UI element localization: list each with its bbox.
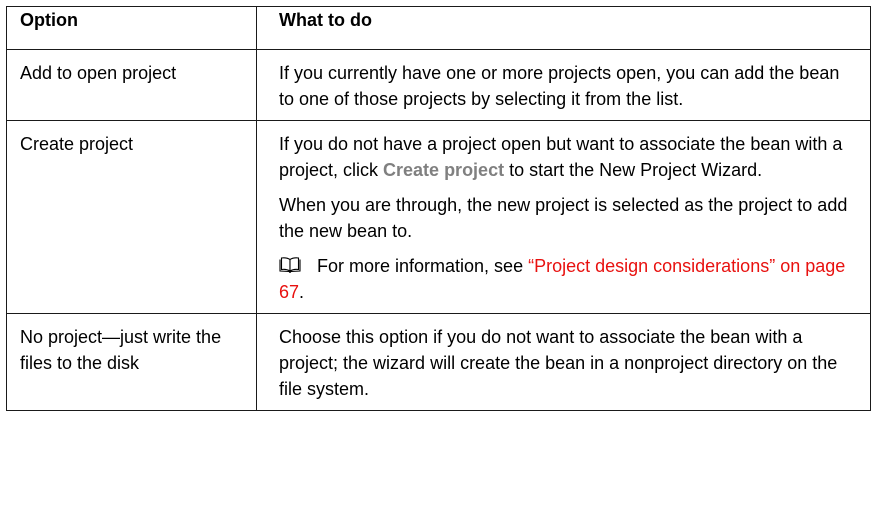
- description-text: to start the New Project Wizard.: [504, 160, 763, 180]
- note-text: .: [299, 282, 305, 302]
- header-what-to-do: What to do: [256, 6, 871, 50]
- option-cell: Add to open project: [6, 49, 257, 121]
- description-cell: If you do not have a project open but wa…: [256, 120, 871, 314]
- description-paragraph: If you do not have a project open but wa…: [279, 131, 858, 183]
- description-cell: If you currently have one or more projec…: [256, 49, 871, 121]
- option-cell: No project—just write the files to the d…: [6, 313, 257, 411]
- description-cell: Choose this option if you do not want to…: [256, 313, 871, 411]
- reference-note: For more information, see “Project desig…: [279, 253, 858, 305]
- table-header-row: Option What to do: [6, 6, 871, 50]
- description-paragraph: When you are through, the new project is…: [279, 195, 848, 241]
- table-row: Create project If you do not have a proj…: [6, 120, 871, 314]
- options-table: Option What to do Add to open project If…: [6, 6, 871, 411]
- note-text: For more information, see: [317, 256, 529, 276]
- create-project-term: Create project: [383, 160, 505, 180]
- option-cell: Create project: [6, 120, 257, 314]
- book-icon: [279, 257, 301, 273]
- header-option: Option: [6, 6, 257, 50]
- table-row: No project—just write the files to the d…: [6, 313, 871, 411]
- description-paragraph: Choose this option if you do not want to…: [279, 327, 838, 399]
- description-paragraph: If you currently have one or more projec…: [279, 63, 840, 109]
- table-row: Add to open project If you currently hav…: [6, 49, 871, 121]
